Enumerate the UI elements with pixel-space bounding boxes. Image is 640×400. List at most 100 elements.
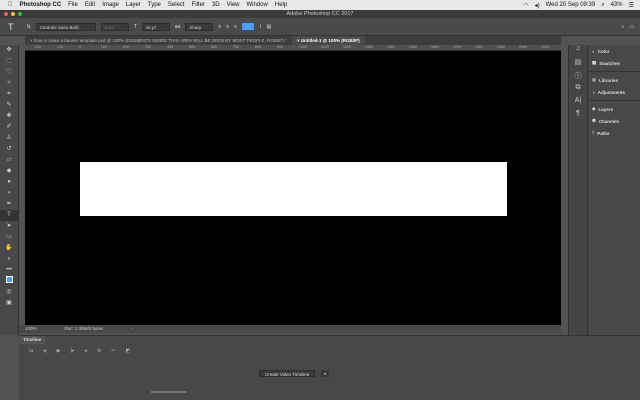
workspace-icon[interactable]: ▭: [629, 24, 640, 30]
move-tool-icon[interactable]: ✥: [0, 45, 18, 56]
history-panel-icon[interactable]: ♫: [569, 45, 587, 58]
quick-mask-icon[interactable]: ◎: [0, 287, 18, 298]
layer-comps-icon[interactable]: ⧉: [569, 84, 587, 97]
menu-window[interactable]: Window: [247, 2, 268, 8]
font-style-select[interactable]: Bold: [100, 22, 129, 31]
paragraph-panel-icon[interactable]: ¶: [569, 110, 587, 123]
next-frame-icon[interactable]: |▸: [70, 348, 74, 354]
font-family-select[interactable]: Centrale Sans Bold: [35, 22, 96, 31]
menu-app[interactable]: Photoshop CC: [20, 2, 62, 8]
character-panel-icon[interactable]: ▤: [267, 24, 272, 30]
zoom-tool-icon[interactable]: ⌕: [0, 254, 18, 265]
eraser-tool-icon[interactable]: ▱: [0, 155, 18, 166]
panel-libraries[interactable]: ◎ Libraries: [588, 74, 640, 86]
wifi-icon[interactable]: ◠: [523, 2, 528, 9]
ruler-tick-label: 1000: [299, 45, 307, 49]
create-video-timeline-button[interactable]: Create Video Timeline: [259, 370, 316, 377]
libraries-icon: ◎: [592, 77, 596, 82]
menu-view[interactable]: View: [227, 2, 240, 8]
color-swatches-icon[interactable]: [0, 276, 18, 287]
path-selection-tool-icon[interactable]: ➤: [0, 221, 18, 232]
apple-icon[interactable]: : [8, 2, 13, 8]
canvas[interactable]: [25, 51, 561, 325]
settings-icon[interactable]: ⚙: [97, 348, 101, 354]
battery[interactable]: 43%: [611, 2, 623, 9]
lasso-tool-icon[interactable]: ➰: [0, 67, 18, 78]
warp-text-icon[interactable]: ⌇: [259, 24, 261, 30]
menu-list-icon[interactable]: ☰: [629, 2, 634, 9]
menu-filter[interactable]: Filter: [192, 2, 205, 8]
ruler-tick-label: 100: [101, 45, 107, 49]
datetime[interactable]: Wed 20 Sep 09:39: [546, 2, 596, 9]
white-banner-layer[interactable]: [80, 162, 507, 216]
history-brush-tool-icon[interactable]: ↺: [0, 144, 18, 155]
dodge-tool-icon[interactable]: ◖: [0, 188, 18, 199]
magic-wand-tool-icon[interactable]: ✧: [0, 78, 18, 89]
audio-icon[interactable]: ◂: [84, 348, 87, 354]
font-size-icon: T: [133, 23, 137, 30]
adjustments-icon: ◑: [592, 89, 595, 95]
panel-adjustments[interactable]: ◑ Adjustments: [588, 86, 640, 98]
brush-tool-icon[interactable]: ✐: [0, 122, 18, 133]
tab-banner-template[interactable]: × how to make a banner template.psd @ 10…: [25, 36, 292, 45]
menu-select[interactable]: Select: [168, 2, 185, 8]
panel-label: Layers: [598, 106, 613, 112]
search-icon[interactable]: ⌕: [621, 24, 624, 30]
menu-3d[interactable]: 3D: [212, 2, 220, 8]
more-tools-icon[interactable]: •••: [0, 265, 18, 276]
type-tool-icon[interactable]: T: [8, 22, 14, 32]
type-tool-icon[interactable]: T: [0, 210, 18, 221]
split-icon[interactable]: ✂: [111, 348, 115, 354]
healing-tool-icon[interactable]: ✚: [0, 111, 18, 122]
play-icon[interactable]: ▶: [57, 348, 61, 354]
character-panel-icon[interactable]: A|: [569, 97, 587, 110]
menu-help[interactable]: Help: [275, 2, 287, 8]
crop-tool-icon[interactable]: ⌗: [0, 89, 18, 100]
menu-layer[interactable]: Layer: [126, 2, 141, 8]
panel-color[interactable]: ◐ Color: [588, 45, 640, 57]
panel-paths[interactable]: ⌇ Paths: [588, 127, 640, 139]
screen-mode-icon[interactable]: ▣: [0, 298, 18, 309]
text-color-swatch[interactable]: [242, 23, 255, 30]
align-left-icon[interactable]: ≡: [218, 24, 221, 30]
search-icon[interactable]: ⌕: [601, 2, 604, 9]
antialias-select[interactable]: Sharp: [185, 22, 214, 31]
pen-tool-icon[interactable]: ✒: [0, 199, 18, 210]
stamp-tool-icon[interactable]: ♙: [0, 133, 18, 144]
ruler-tick-label: 1500: [409, 45, 417, 49]
zoom-level[interactable]: 100%: [25, 325, 37, 333]
close-button[interactable]: [4, 12, 8, 16]
orientation-icon[interactable]: ⇅: [27, 24, 31, 30]
zoom-button[interactable]: [18, 12, 22, 16]
hand-tool-icon[interactable]: ✋: [0, 243, 18, 254]
menu-file[interactable]: File: [68, 2, 78, 8]
menu-image[interactable]: Image: [102, 2, 119, 8]
status-menu-arrow[interactable]: ›: [131, 325, 133, 333]
prev-frame-icon[interactable]: ◂|: [43, 348, 47, 354]
shape-tool-icon[interactable]: ▭: [0, 232, 18, 243]
menu-type[interactable]: Type: [148, 2, 161, 8]
volume-icon[interactable]: ◂): [535, 2, 540, 9]
panel-channels[interactable]: ❁ Channels: [588, 115, 640, 127]
timeline-tab[interactable]: Timeline: [19, 336, 46, 344]
ruler-tick-label: 2000: [519, 45, 527, 49]
minimize-button[interactable]: [11, 12, 15, 16]
align-center-icon[interactable]: ≡: [226, 24, 229, 30]
document-tabs: × how to make a banner template.psd @ 10…: [25, 36, 561, 45]
timeline-zoom-slider[interactable]: [151, 391, 186, 393]
marquee-tool-icon[interactable]: ⬚: [0, 56, 18, 67]
align-right-icon[interactable]: ≡: [234, 24, 237, 30]
transition-icon[interactable]: ◩: [126, 348, 131, 354]
tab-untitled-1[interactable]: × Untitled-1 @ 100% (RGB/8*): [291, 36, 365, 45]
timeline-type-dropdown[interactable]: ▾: [321, 370, 329, 377]
bucket-tool-icon[interactable]: ◆: [0, 166, 18, 177]
first-frame-icon[interactable]: |◂: [29, 348, 33, 354]
panel-swatches[interactable]: ▦ Swatches: [588, 57, 640, 69]
properties-panel-icon[interactable]: ▤: [569, 58, 587, 71]
eyedropper-tool-icon[interactable]: ✎: [0, 100, 18, 111]
blur-tool-icon[interactable]: ●: [0, 177, 18, 188]
panel-layers[interactable]: ◈ Layers: [588, 103, 640, 115]
menu-edit[interactable]: Edit: [85, 2, 95, 8]
font-size-select[interactable]: 16 pt: [141, 22, 170, 31]
info-panel-icon[interactable]: ⓘ: [569, 71, 587, 84]
